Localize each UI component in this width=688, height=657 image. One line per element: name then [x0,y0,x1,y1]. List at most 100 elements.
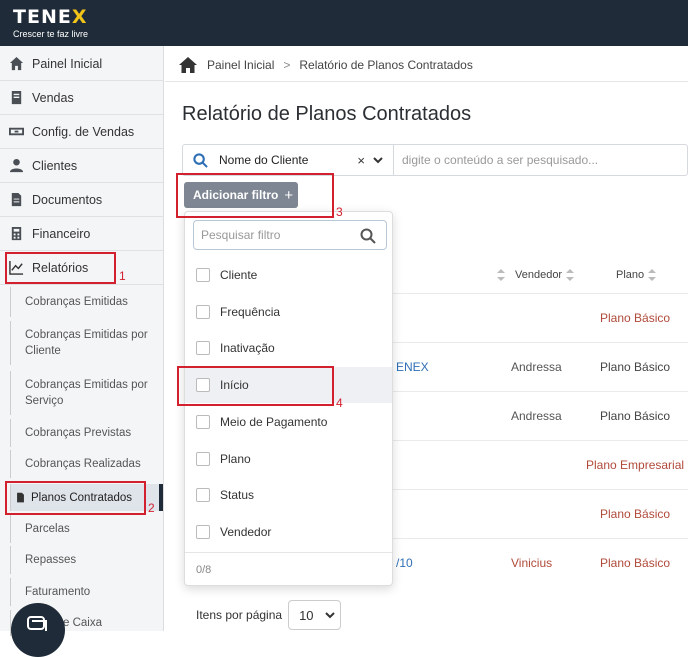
search-field-label: Nome do Cliente [219,153,309,167]
chat-icon [27,616,47,631]
home-icon[interactable] [178,56,198,74]
subitem-label: Repasses [25,554,77,566]
cell-plano: Plano Básico [600,360,671,374]
chat-button[interactable] [11,603,65,657]
table-row[interactable]: ENEX Andressa Plano Básico [392,342,688,391]
filter-option-inativacao[interactable]: Inativação [185,330,392,366]
sidebar-item-painel-inicial[interactable]: Painel Inicial [0,47,163,81]
filter-option-meio-pagamento[interactable]: Meio de Pagamento [185,404,392,440]
cell-plano: Plano Empresarial [586,458,685,472]
sidebar-item-label: Documentos [32,192,103,207]
filter-option-status[interactable]: Status [185,477,392,513]
sort-icon [566,269,575,281]
divider [165,81,688,82]
annotation-number-2: 2 [148,501,155,515]
sidebar-item-financeiro[interactable]: Financeiro [0,217,163,251]
header-label: Vendedor [515,269,563,281]
checkbox[interactable] [196,268,210,282]
calculator-icon [11,226,22,241]
items-per-page-value: 10 [299,607,314,623]
subitem-label: Cobranças Previstas [25,427,132,439]
checkbox[interactable] [196,525,210,539]
sidebar-item-label: Vendas [32,90,74,105]
table-row[interactable]: /10 Vinicius Plano Básico [392,538,688,587]
table-row[interactable]: Plano Básico [392,293,688,342]
breadcrumb-current: Relatório de Planos Contratados [299,58,473,72]
sidebar-subitem-cobrancas-emitidas-cliente[interactable]: Cobranças Emitidas por Cliente [10,321,163,365]
subitem-label: Cobranças Emitidas [25,296,128,308]
filter-option-frequencia[interactable]: Frequência [185,294,392,330]
sidebar-item-label: Clientes [32,158,78,173]
option-label: Cliente [220,268,258,282]
money-icon [9,127,24,136]
subitem-label: Parcelas [25,523,70,535]
sidebar-subitem-repasses[interactable]: Repasses [10,546,163,574]
checkbox[interactable] [196,488,210,502]
sidebar-item-config-vendas[interactable]: Config. de Vendas [0,115,163,149]
checkbox[interactable] [196,415,210,429]
checkbox[interactable] [196,305,210,319]
filter-option-plano[interactable]: Plano [185,441,392,477]
column-header-plano[interactable]: Plano [616,269,657,281]
cell-vendedor: Andressa [511,360,562,374]
sort-icon[interactable] [493,269,505,281]
annotation-box-3 [176,173,334,218]
filter-option-vendedor[interactable]: Vendedor [185,514,392,550]
table-row[interactable]: Andressa Plano Básico [392,391,688,440]
cell-cliente[interactable]: ENEX [396,360,429,374]
top-bar: TENEX Crescer te faz livre [0,0,688,46]
breadcrumb: Painel Inicial > Relatório de Planos Con… [178,52,473,78]
items-per-page-label: Itens por página [196,608,283,622]
clear-icon[interactable]: × [357,153,365,168]
search-icon [193,152,208,168]
cell-plano: Plano Básico [600,507,671,521]
tenex-logo[interactable]: TENEX Crescer te faz livre [13,6,88,39]
breadcrumb-home[interactable]: Painel Inicial [207,58,274,72]
breadcrumb-separator: > [283,58,291,72]
chevron-down-icon[interactable] [371,153,385,167]
sidebar-item-clientes[interactable]: Clientes [0,149,163,183]
header-label: Plano [616,269,645,281]
cell-vendedor: Vinicius [511,556,553,570]
table-row[interactable]: Plano Básico [392,489,688,538]
search-input[interactable]: digite o conteúdo a ser pesquisado... [394,153,598,167]
search-field-select[interactable]: Nome do Cliente × [183,145,394,175]
sidebar-subitem-faturamento[interactable]: Faturamento [10,578,163,606]
filter-option-cliente[interactable]: Cliente [185,257,392,293]
subitem-label: Cobranças Emitidas por Serviço [25,379,148,407]
sidebar-item-documentos[interactable]: Documentos [0,183,163,217]
sidebar-subitem-cobrancas-emitidas[interactable]: Cobranças Emitidas [10,287,163,317]
sidebar-subitem-cobrancas-realizadas[interactable]: Cobranças Realizadas [10,450,163,478]
cell-plano: Plano Básico [600,409,671,423]
sidebar-item-label: Config. de Vendas [32,124,135,139]
sidebar-subitem-parcelas[interactable]: Parcelas [10,515,163,543]
sidebar-item-vendas[interactable]: Vendas [0,81,163,115]
sidebar-item-label: Painel Inicial [32,56,103,71]
sidebar-item-label: Financeiro [32,226,91,241]
annotation-number-1: 1 [119,269,126,283]
sidebar-subitem-cobrancas-previstas[interactable]: Cobranças Previstas [10,419,163,447]
book-icon [11,90,22,105]
checkbox[interactable] [196,452,210,466]
active-indicator [159,484,163,511]
logo-tagline: Crescer te faz livre [13,29,89,39]
user-icon [9,158,24,173]
home-icon [9,56,24,71]
filter-search-input[interactable]: Pesquisar filtro [193,220,387,250]
checkbox[interactable] [196,341,210,355]
page-title: Relatório de Planos Contratados [182,103,472,125]
sidebar-subitem-cobrancas-emitidas-servico[interactable]: Cobranças Emitidas por Serviço [10,371,163,415]
filter-count: 0/8 [185,552,392,586]
search-bar: Nome do Cliente × digite o conteúdo a se… [182,144,688,176]
table-row[interactable]: Plano Empresarial [392,440,688,489]
pagination: Itens por página 10 [196,600,342,630]
sort-icon [648,269,657,281]
subitem-label: Faturamento [25,586,91,598]
annotation-number-3: 3 [336,205,343,219]
cell-plano: Plano Básico [600,556,671,570]
items-per-page-select[interactable]: 10 [288,600,342,630]
cell-cliente[interactable]: /10 [396,556,413,570]
column-header-vendedor[interactable]: Vendedor [515,269,575,281]
option-label: Inativação [220,341,275,355]
option-label: Plano [220,452,251,466]
